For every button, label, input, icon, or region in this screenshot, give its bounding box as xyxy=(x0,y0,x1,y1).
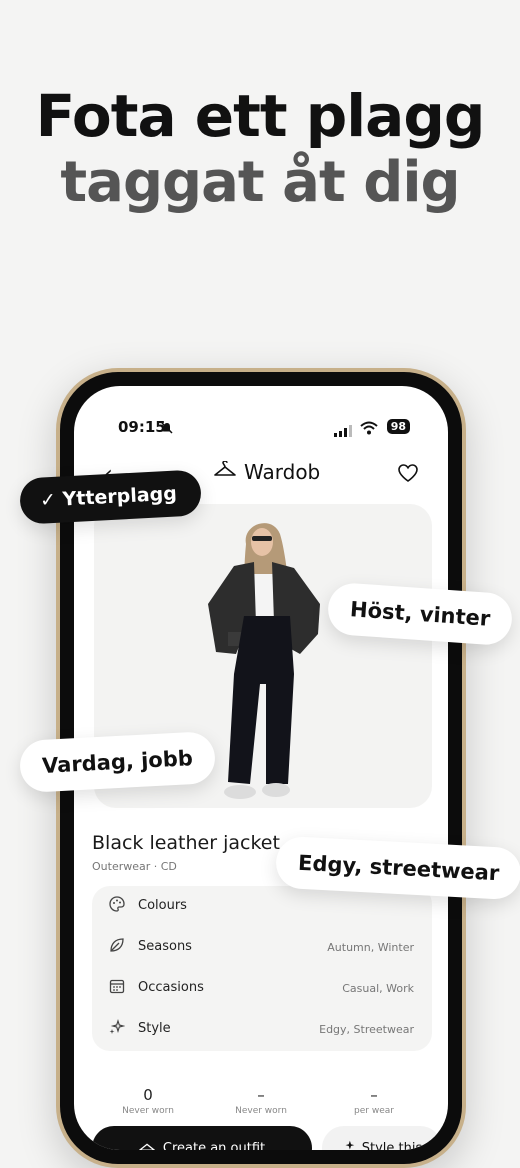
sparkles-icon xyxy=(342,1139,356,1150)
detail-row-seasons[interactable]: Seasons Autumn, Winter xyxy=(92,927,432,967)
item-subtitle: Outerwear · CD xyxy=(92,860,177,873)
details-card: Colours Seasons Autumn, Winter Occasions… xyxy=(92,886,432,1051)
detail-value: Casual, Work xyxy=(342,982,414,995)
detail-label: Occasions xyxy=(138,980,204,995)
hanger-icon xyxy=(138,1140,156,1150)
battery-indicator: 98 xyxy=(386,419,410,434)
stat-last-worn: – Never worn xyxy=(201,1086,321,1116)
detail-row-style[interactable]: Style Edgy, Streetwear xyxy=(92,1009,432,1049)
detail-label: Colours xyxy=(138,898,187,913)
favorite-heart-icon[interactable] xyxy=(398,464,418,486)
style-this-label: Style this xyxy=(361,1140,423,1151)
stat-label: Never worn xyxy=(122,1106,174,1116)
detail-label: Style xyxy=(138,1021,171,1036)
hanger-icon xyxy=(214,460,236,483)
bell-muted-icon xyxy=(160,420,174,439)
stat-value: 0 xyxy=(143,1086,153,1104)
brand: Wardob xyxy=(214,460,320,484)
wifi-icon xyxy=(360,420,378,439)
leaf-icon xyxy=(109,937,125,957)
sparkles-icon xyxy=(109,1019,126,1039)
stat-value: – xyxy=(257,1086,265,1104)
detail-label: Seasons xyxy=(138,939,192,954)
brand-name: Wardob xyxy=(244,460,321,484)
stat-label: Never worn xyxy=(235,1106,287,1116)
stat-value: – xyxy=(370,1086,378,1104)
detail-value: Autumn, Winter xyxy=(327,941,414,954)
stat-label: per wear xyxy=(354,1106,394,1116)
tag-category: ✓ Ytterplagg xyxy=(18,469,202,525)
headline-line-2: taggat åt dig xyxy=(60,150,460,215)
detail-value: Edgy, Streetwear xyxy=(319,1023,414,1036)
item-title: Black leather jacket xyxy=(92,832,280,854)
check-icon: ✓ xyxy=(39,488,57,512)
signal-icon xyxy=(334,422,352,441)
create-outfit-label: Create an outfit xyxy=(162,1140,266,1151)
stat-times-worn: 0 Never worn xyxy=(88,1086,208,1116)
status-bar: 09:15 98 xyxy=(74,418,448,438)
calendar-icon xyxy=(109,978,125,998)
status-time: 09:15 xyxy=(118,418,166,436)
headline-line-1: Fota ett plagg xyxy=(35,82,486,150)
detail-row-occasions[interactable]: Occasions Casual, Work xyxy=(92,968,432,1008)
stat-cost-per-wear: – per wear xyxy=(314,1086,434,1116)
tag-category-label: Ytterplagg xyxy=(62,482,178,511)
tag-occasion: Vardag, jobb xyxy=(18,730,217,794)
palette-icon xyxy=(109,896,125,916)
